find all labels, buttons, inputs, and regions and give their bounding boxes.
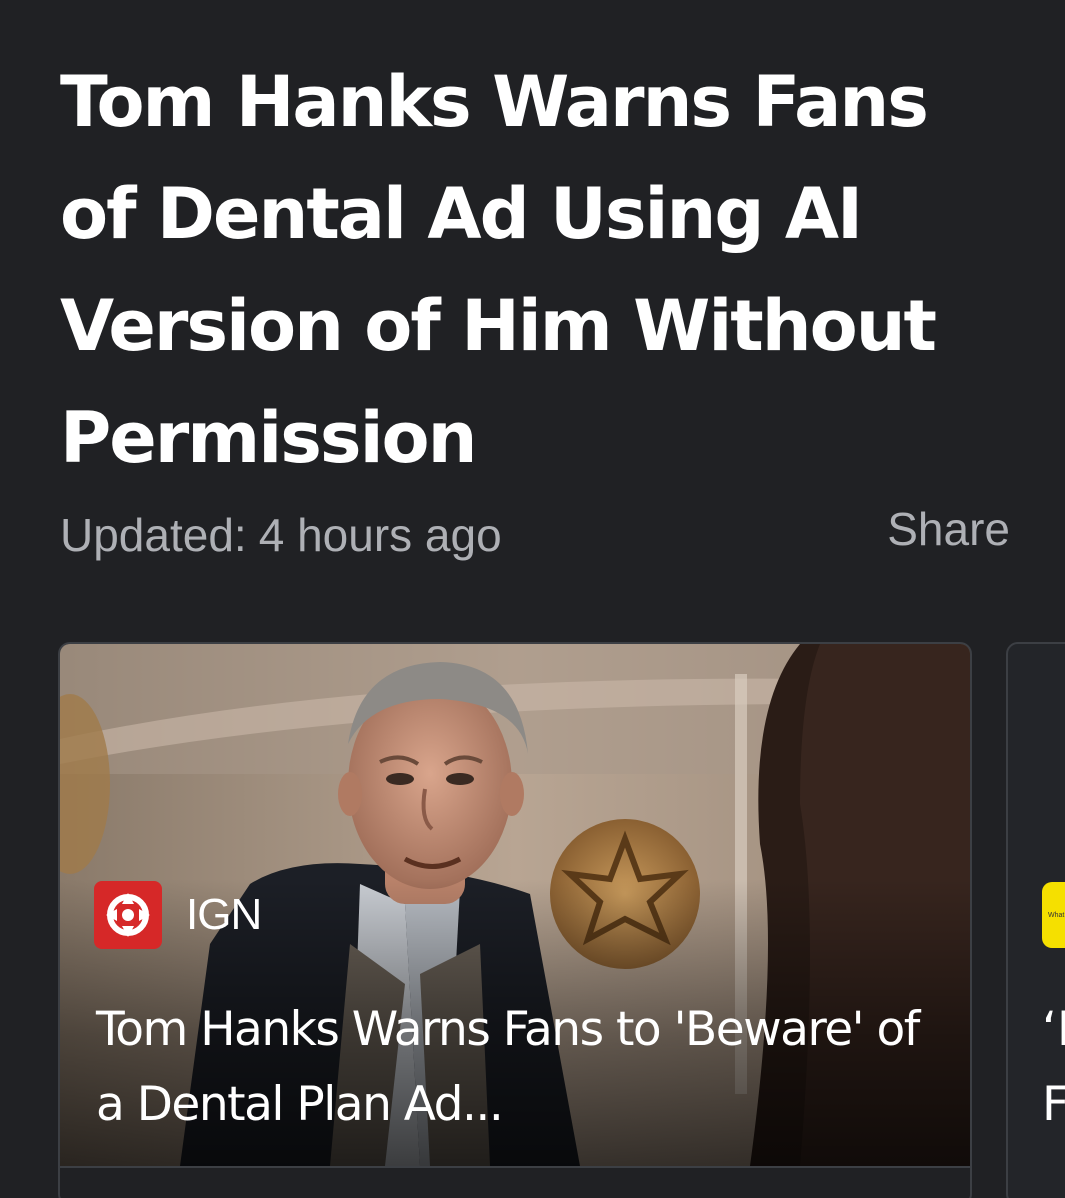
article-headline: Tom Hanks Warns Fans of Dental Ad Using …: [60, 61, 937, 479]
updated-label: Updated:: [60, 509, 247, 561]
updated-value: 4 hours ago: [258, 509, 502, 561]
article-meta-row: Updated: 4 hours ago Share: [60, 503, 1010, 565]
card-title-fragment: ‘I F: [1042, 1002, 1065, 1132]
source-badge-text: What: [1048, 912, 1065, 919]
ign-logo-icon: [94, 881, 162, 949]
card-title[interactable]: Tom Hanks Warns Fans to 'Beware' of a De…: [96, 992, 936, 1142]
coverage-carousel[interactable]: IGN Tom Hanks Warns Fans to 'Beware' of …: [0, 642, 1065, 1198]
coverage-card-next[interactable]: What ‘I F: [1006, 642, 1065, 1198]
share-button[interactable]: Share: [887, 499, 1010, 559]
card-footer: [60, 1166, 970, 1198]
source-badge-icon: What: [1042, 882, 1065, 948]
source-name: IGN: [186, 890, 262, 939]
updated-timestamp: Updated: 4 hours ago: [60, 505, 502, 565]
coverage-card[interactable]: IGN Tom Hanks Warns Fans to 'Beware' of …: [58, 642, 972, 1198]
card-source: IGN: [94, 880, 262, 950]
article-page: Tom Hanks Warns Fans of Dental Ad Using …: [0, 0, 1065, 1198]
